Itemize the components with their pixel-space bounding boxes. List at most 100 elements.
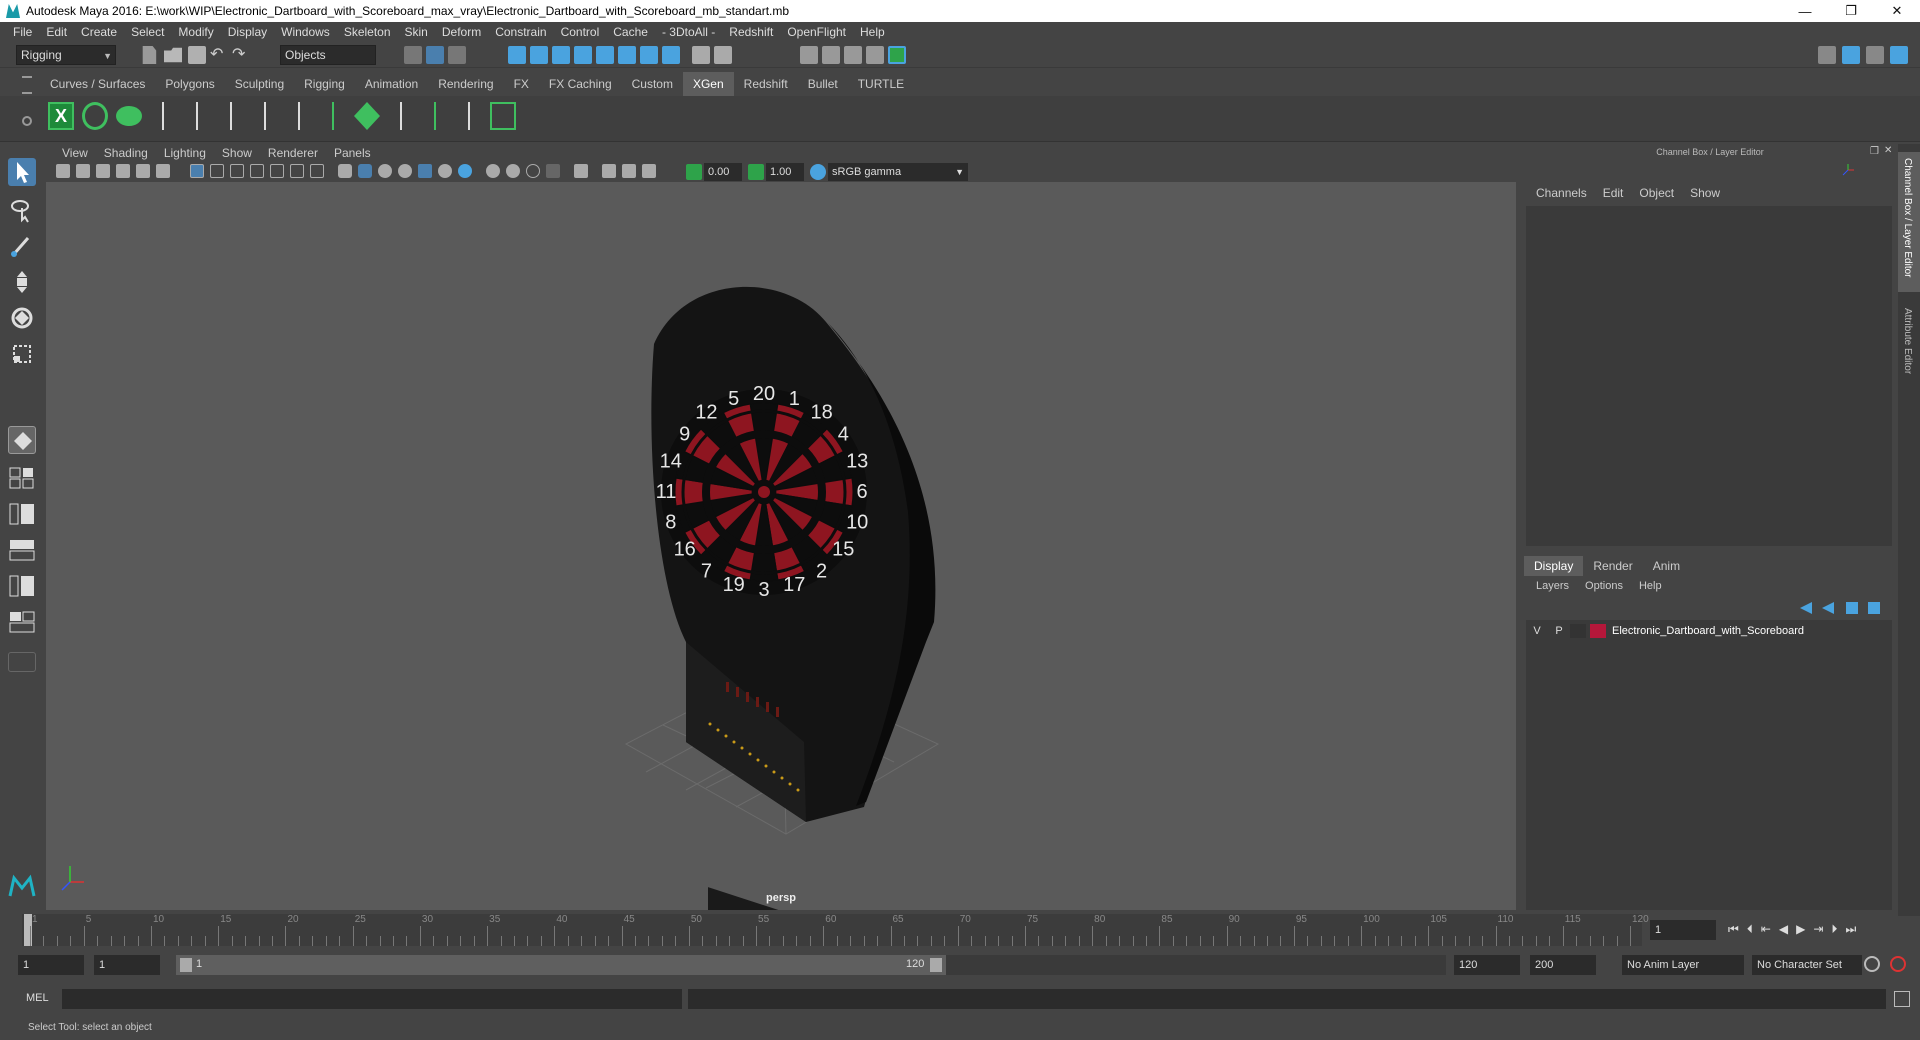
animation-end-field[interactable]: 200 xyxy=(1530,955,1596,975)
snap-to-points-icon[interactable] xyxy=(552,46,570,64)
go-to-end-icon[interactable]: ⏭ xyxy=(1845,922,1856,937)
menu-control[interactable]: Control xyxy=(554,25,607,39)
menu-edit[interactable]: Edit xyxy=(39,25,74,39)
step-back-frame-icon[interactable]: ⏴ xyxy=(1747,922,1753,937)
side-tab-attribute-editor[interactable]: Attribute Editor xyxy=(1898,304,1920,394)
camera-attributes-icon[interactable] xyxy=(76,164,90,178)
animation-preferences-icon[interactable] xyxy=(1890,956,1906,972)
axis-orient-icon[interactable] xyxy=(1842,164,1854,176)
xray-active-icon[interactable] xyxy=(642,164,656,178)
channel-box-toggle-icon[interactable] xyxy=(1842,46,1860,64)
shelf-menu-icon[interactable] xyxy=(22,76,32,94)
xgen-primitive-icon[interactable] xyxy=(116,106,142,126)
xgen-guide-length-icon[interactable] xyxy=(218,102,244,130)
xgen-cut-icon[interactable] xyxy=(456,102,482,130)
gamma-field[interactable]: 1.00 xyxy=(766,163,804,181)
tab-fx[interactable]: FX xyxy=(504,72,539,96)
viewport-menu-panels[interactable]: Panels xyxy=(326,146,379,160)
menu-layers[interactable]: Layers xyxy=(1528,580,1577,592)
sidebar-toggle-icon[interactable] xyxy=(1818,46,1836,64)
close-panel-icon[interactable]: ✕ xyxy=(1884,145,1892,156)
auto-key-icon[interactable] xyxy=(1864,956,1880,972)
menu-openflight[interactable]: OpenFlight xyxy=(780,25,853,39)
render-view-icon[interactable] xyxy=(800,46,818,64)
menu-constrain[interactable]: Constrain xyxy=(488,25,553,39)
perspective-viewport[interactable]: 20 1 18 4 13 6 10 15 2 17 3 19 7 16 8 11 14 9 12 5 persp xyxy=(46,182,1516,910)
xray-icon[interactable] xyxy=(602,164,616,178)
new-layer-selected-icon[interactable] xyxy=(1868,602,1880,614)
help-query-icon[interactable] xyxy=(662,46,680,64)
viewport-menu-lighting[interactable]: Lighting xyxy=(156,146,214,160)
xgen-fur-icon[interactable] xyxy=(422,102,448,130)
tab-fx-caching[interactable]: FX Caching xyxy=(539,72,622,96)
move-layer-down-icon[interactable] xyxy=(1822,602,1834,614)
menu-cache[interactable]: Cache xyxy=(606,25,655,39)
shelf-settings-gear-icon[interactable] xyxy=(22,116,32,126)
smooth-shade-icon[interactable] xyxy=(358,164,372,178)
rotate-tool-icon[interactable] xyxy=(8,304,36,332)
menuset-dropdown[interactable]: Rigging ▼ xyxy=(16,45,116,65)
tab-rigging[interactable]: Rigging xyxy=(294,72,355,96)
gamma-icon[interactable] xyxy=(748,164,764,180)
playback-start-field[interactable]: 1 xyxy=(94,955,160,975)
menu-channels[interactable]: Channels xyxy=(1528,186,1595,200)
select-tool-icon[interactable] xyxy=(8,158,36,186)
depth-of-field-icon[interactable] xyxy=(546,164,560,178)
hypershade-layout-icon[interactable] xyxy=(8,610,36,634)
step-forward-frame-icon[interactable]: ⏵ xyxy=(1831,922,1837,937)
animation-start-field[interactable]: 1 xyxy=(18,955,84,975)
minimize-button[interactable]: — xyxy=(1782,0,1828,22)
tab-sculpting[interactable]: Sculpting xyxy=(225,72,294,96)
tab-turtle[interactable]: TURTLE xyxy=(848,72,914,96)
select-by-hierarchy-icon[interactable] xyxy=(404,46,422,64)
render-settings-icon[interactable] xyxy=(866,46,884,64)
grid-toggle-icon[interactable] xyxy=(190,164,204,178)
tab-bullet[interactable]: Bullet xyxy=(798,72,848,96)
viewport-menu-view[interactable]: View xyxy=(54,146,96,160)
isolate-select-icon[interactable] xyxy=(574,164,588,178)
persp-outliner-layout-icon[interactable] xyxy=(8,502,36,526)
film-gate-icon[interactable] xyxy=(210,164,224,178)
channel-list-area[interactable] xyxy=(1526,206,1892,546)
render-frame-icon[interactable] xyxy=(822,46,840,64)
menu-display[interactable]: Display xyxy=(221,25,274,39)
go-to-start-icon[interactable]: ⏮ xyxy=(1728,922,1739,937)
range-end-handle[interactable] xyxy=(930,958,942,972)
script-editor-icon[interactable] xyxy=(1894,991,1910,1007)
input-ops-icon[interactable] xyxy=(714,46,732,64)
colorspace-dropdown[interactable]: sRGB gamma ▼ xyxy=(828,163,968,181)
lock-icon[interactable] xyxy=(692,46,710,64)
image-plane-icon[interactable] xyxy=(116,164,130,178)
safe-action-icon[interactable] xyxy=(290,164,304,178)
play-backwards-icon[interactable]: ◀ xyxy=(1779,922,1788,937)
exposure-field[interactable]: 0.00 xyxy=(704,163,742,181)
viewport-menu-shading[interactable]: Shading xyxy=(96,146,156,160)
open-scene-icon[interactable] xyxy=(164,47,182,63)
shadows-icon[interactable] xyxy=(458,164,472,178)
snap-to-view-planes-icon[interactable] xyxy=(596,46,614,64)
step-forward-key-icon[interactable]: ⇥ xyxy=(1813,922,1823,937)
menu-skin[interactable]: Skin xyxy=(398,25,435,39)
menu-options[interactable]: Options xyxy=(1577,580,1631,592)
range-slider[interactable]: 1 120 xyxy=(176,955,946,975)
tab-polygons[interactable]: Polygons xyxy=(155,72,224,96)
character-set-dropdown[interactable]: No Character Set xyxy=(1752,955,1862,975)
shaded-wireframe-icon[interactable] xyxy=(398,164,412,178)
paint-select-tool-icon[interactable] xyxy=(8,232,36,260)
menu-cb-show[interactable]: Show xyxy=(1682,186,1728,200)
layer-display-type[interactable] xyxy=(1570,624,1586,638)
menu-skeleton[interactable]: Skeleton xyxy=(337,25,398,39)
layer-playback-toggle[interactable]: P xyxy=(1548,625,1570,637)
selection-mode-dropdown[interactable]: Objects xyxy=(280,45,376,65)
four-view-layout-icon[interactable] xyxy=(8,466,36,490)
tab-xgen[interactable]: XGen xyxy=(682,72,734,96)
menu-layer-help[interactable]: Help xyxy=(1631,580,1670,592)
color-management-icon[interactable] xyxy=(810,164,826,180)
resolution-gate-icon[interactable] xyxy=(230,164,244,178)
snap-to-grids-icon[interactable] xyxy=(508,46,526,64)
play-forwards-icon[interactable]: ▶ xyxy=(1796,922,1805,937)
textured-icon[interactable] xyxy=(418,164,432,178)
xgen-grass-icon[interactable] xyxy=(320,102,346,130)
layer-color-swatch[interactable] xyxy=(1590,624,1606,638)
xgen-bend-guide-icon[interactable] xyxy=(252,102,278,130)
